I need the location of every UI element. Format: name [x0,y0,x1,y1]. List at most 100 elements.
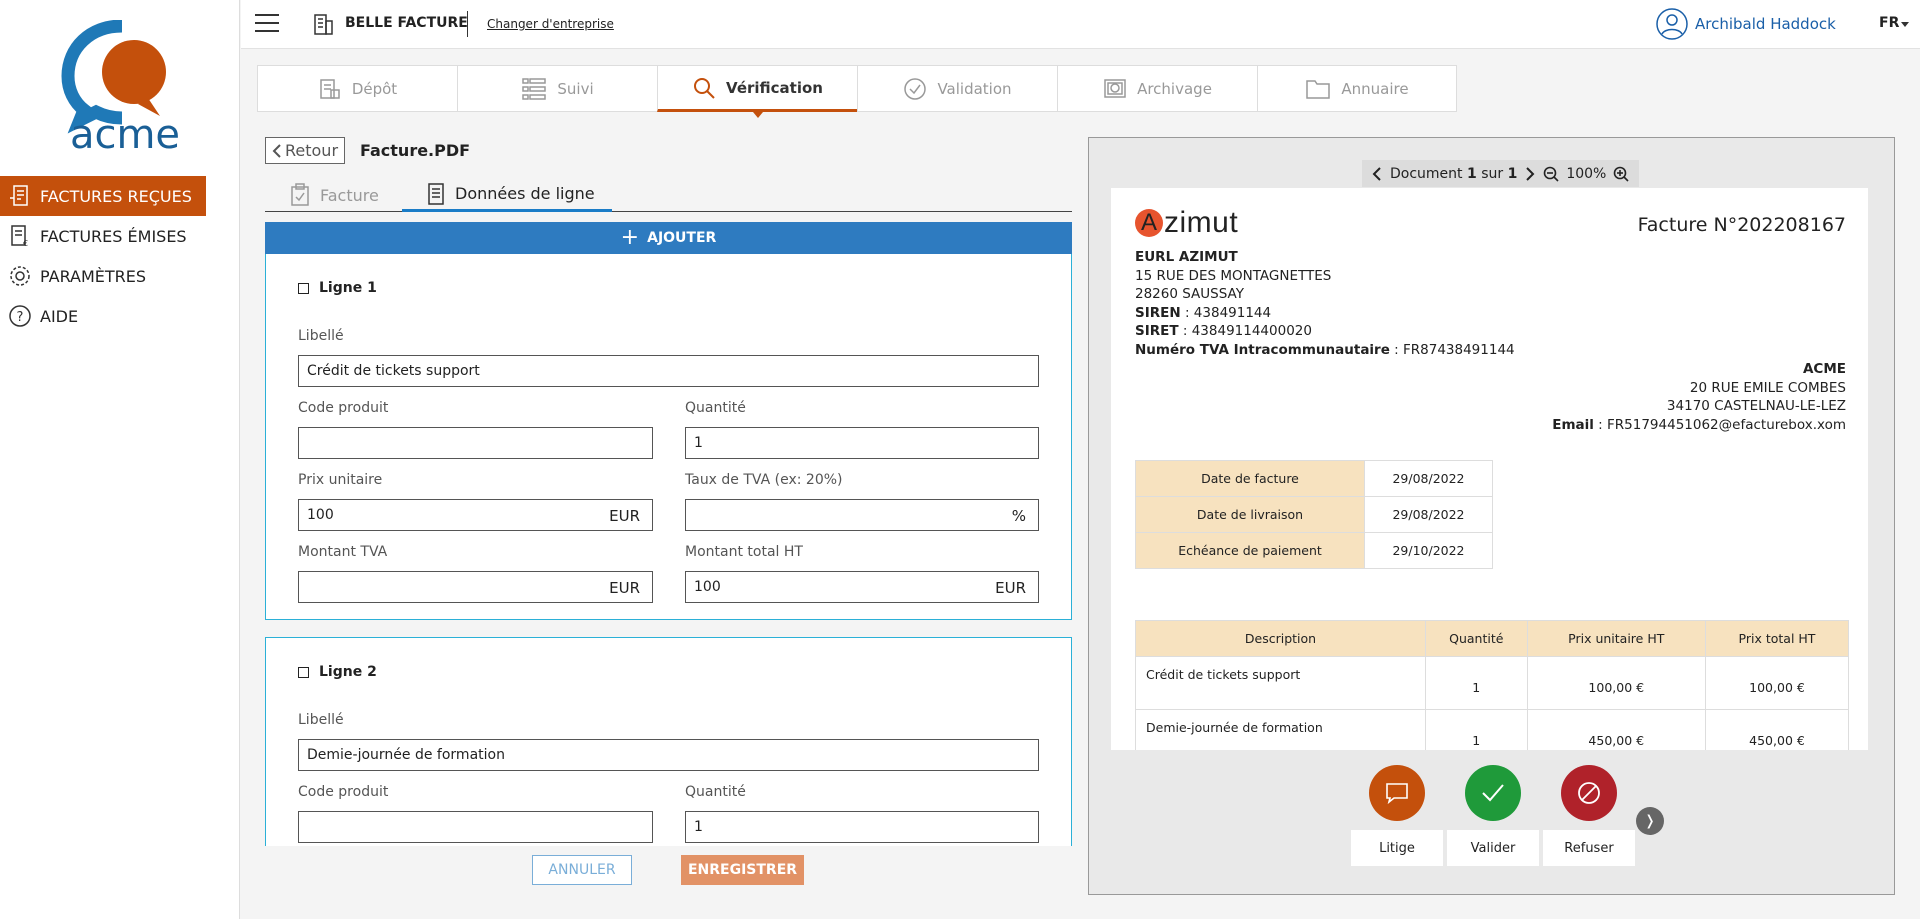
prix-unitaire-label: Prix unitaire [298,472,383,488]
search-icon [694,77,715,99]
chevron-right-icon[interactable]: ❭ [1636,807,1664,835]
percent-unit: % [1011,507,1026,525]
sidebar-nav: FACTURES REÇUES € FACTURES ÉMISES PARAMÈ… [0,176,206,336]
step-depot[interactable]: Dépôt [257,65,457,112]
montant-tva-input[interactable]: EUR [298,571,653,603]
quantite-input[interactable]: 1 [685,427,1039,459]
step-suivi[interactable]: Suivi [457,65,657,112]
header-divider [467,11,468,37]
invoice-in-icon [10,185,28,206]
doc-total: 1 [1507,165,1518,182]
libelle-input[interactable]: Crédit de tickets support [298,355,1039,387]
items-table: Description Quantité Prix unitaire HT Pr… [1135,620,1850,750]
step-verification[interactable]: Vérification [657,65,857,118]
line-checkbox[interactable] [298,282,309,294]
language-selector[interactable]: FR [1879,15,1899,31]
recipient-address: ACME 20 RUE EMILE COMBES 34170 CASTELNAU… [1552,361,1846,433]
help-icon: ? [9,305,31,327]
save-button[interactable]: ENREGISTRER [681,855,804,885]
prix-unitaire-input[interactable]: 100 EUR [298,499,653,531]
sidebar-item-label: PARAMÈTRES [40,266,147,286]
zoom-out-icon[interactable] [1543,166,1559,182]
table-row: Demie-journée de formation 1 450,00 € 45… [1135,709,1850,750]
line-header: Ligne 2 [298,664,377,680]
company-name: BELLE FACTURE [345,15,468,31]
code-produit-input[interactable] [298,427,653,459]
step-validation[interactable]: Validation [857,65,1057,112]
upload-document-icon [320,78,340,99]
chat-icon[interactable] [1369,765,1425,821]
sidebar-item-factures-recues[interactable]: FACTURES REÇUES [0,176,206,216]
taux-tva-input[interactable]: % [685,499,1039,531]
forbidden-icon[interactable] [1561,765,1617,821]
doc-of: sur [1481,165,1504,182]
sidebar-item-parametres[interactable]: PARAMÈTRES [0,256,206,296]
lines-scroll-area[interactable]: Ligne 1 Libellé Crédit de tickets suppor… [265,254,1072,846]
azimut-logo: Azimut [1135,206,1238,240]
menu-icon[interactable] [255,14,279,34]
doc-label: Document [1390,165,1463,182]
montant-tva-label: Montant TVA [298,544,388,560]
quantite-input[interactable]: 1 [685,811,1039,843]
tab-facture[interactable]: Facture [290,178,379,212]
chevron-left-icon [272,143,281,158]
refuser-action[interactable]: Refuser [1543,765,1635,866]
building-icon [314,14,333,35]
invoice-number: Facture N°202208167 [1637,214,1846,236]
cancel-button[interactable]: ANNULER [532,855,632,885]
tab-donnees-de-ligne[interactable]: Données de ligne [402,178,612,212]
code-produit-input[interactable] [298,811,653,843]
list-icon [522,77,547,100]
document-lines-icon [428,182,444,205]
folder-icon [1306,79,1331,99]
quantite-label: Quantité [685,784,746,800]
doc-current: 1 [1466,165,1477,182]
taux-tva-label: Taux de TVA (ex: 20%) [685,472,843,488]
valider-label[interactable]: Valider [1447,830,1539,866]
sidebar-item-label: FACTURES ÉMISES [40,226,187,246]
svg-text:acme: acme [70,112,180,158]
currency-unit: EUR [609,507,640,525]
sidebar-item-label: AIDE [40,306,79,326]
table-row: Date de livraison 29/08/2022 [1135,496,1493,533]
litige-action[interactable]: Litige [1351,765,1443,866]
sidebar-item-aide[interactable]: ? AIDE [0,296,206,336]
chevron-down-icon[interactable] [1901,22,1909,27]
libelle-input[interactable]: Demie-journée de formation [298,739,1039,771]
currency-unit: EUR [995,579,1026,597]
table-header-row: Description Quantité Prix unitaire HT Pr… [1135,620,1850,657]
step-annuaire[interactable]: Annuaire [1257,65,1457,112]
form-tabs: Facture Données de ligne [265,178,1072,212]
sidebar: acme FACTURES REÇUES € FACTURES ÉMISES P… [0,0,240,919]
valider-action[interactable]: Valider [1447,765,1539,866]
user-name[interactable]: Archibald Haddock [1695,15,1836,33]
next-page-icon[interactable] [1525,166,1535,181]
user-icon[interactable] [1656,8,1688,40]
montant-ht-input[interactable]: 100 EUR [685,571,1039,603]
zoom-in-icon[interactable] [1613,166,1629,182]
table-row: Date de facture 29/08/2022 [1135,460,1493,497]
pdf-page[interactable]: Azimut Facture N°202208167 EURL AZIMUT 1… [1111,188,1868,750]
zoom-level: 100% [1566,165,1607,182]
currency-unit: EUR [609,579,640,597]
sender-address: EURL AZIMUT 15 RUE DES MONTAGNETTES 2826… [1135,249,1515,358]
line-checkbox[interactable] [298,666,309,678]
change-company-link[interactable]: Changer d'entreprise [487,17,614,31]
svg-text:?: ? [17,310,24,325]
table-row: Echéance de paiement 29/10/2022 [1135,532,1493,569]
sidebar-item-label: FACTURES REÇUES [40,186,192,206]
safe-icon [1104,78,1126,98]
prev-page-icon[interactable] [1372,166,1382,181]
refuser-label[interactable]: Refuser [1543,830,1635,866]
clipboard-check-icon [291,183,309,206]
line-header: Ligne 1 [298,280,377,296]
sidebar-item-factures-emises[interactable]: € FACTURES ÉMISES [0,216,206,256]
litige-label[interactable]: Litige [1351,830,1443,866]
svg-text:€: € [23,239,28,248]
check-icon[interactable] [1465,765,1521,821]
back-button[interactable]: Retour [265,137,346,164]
step-archivage[interactable]: Archivage [1057,65,1257,112]
line-card: Ligne 2 Libellé Demie-journée de formati… [265,637,1072,846]
invoice-out-icon: € [11,225,28,248]
add-line-button[interactable]: + AJOUTER [265,222,1072,254]
